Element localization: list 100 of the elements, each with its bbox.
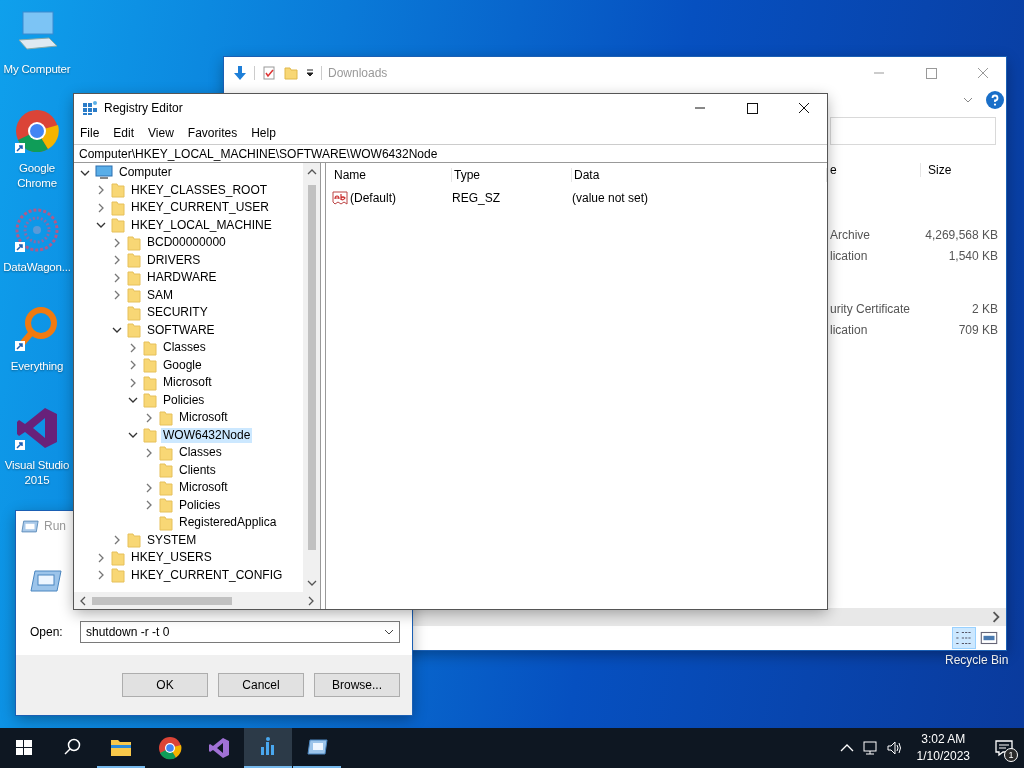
table-cell-text: 4,269,568 KB: [924, 227, 998, 242]
scroll-down-icon[interactable]: [306, 578, 317, 588]
string-value-icon: [332, 190, 348, 206]
tree-item[interactable]: SECURITY: [145, 305, 210, 321]
folder-icon: [111, 182, 125, 199]
column-header[interactable]: Data: [572, 168, 827, 182]
search-field[interactable]: [830, 117, 996, 145]
menu-item[interactable]: View: [148, 126, 174, 140]
command-combobox[interactable]: shutdown -r -t 0: [80, 621, 400, 643]
menu-item[interactable]: Help: [251, 126, 276, 140]
expand-chevron-icon[interactable]: [112, 237, 122, 248]
expand-chevron-icon[interactable]: [144, 412, 154, 423]
folder-icon: [159, 444, 173, 461]
tree-item[interactable]: Microsoft: [161, 375, 214, 391]
folder-icon: [143, 427, 157, 444]
tree-item[interactable]: DRIVERS: [145, 252, 203, 268]
details-view-icon[interactable]: [953, 628, 975, 648]
folder-icon: [127, 287, 141, 304]
tree-item[interactable]: Google: [161, 357, 204, 373]
column-header[interactable]: e: [830, 163, 920, 177]
chrome-icon[interactable]: [13, 107, 61, 155]
ok-button[interactable]: OK: [122, 673, 208, 697]
dropdown-icon[interactable]: [305, 67, 315, 78]
expand-chevron-icon[interactable]: [96, 552, 106, 563]
tree-item[interactable]: BCD00000000: [145, 235, 228, 251]
table-cell-text: 709 KB: [957, 322, 998, 337]
expand-chevron-icon[interactable]: [144, 482, 154, 493]
expand-chevron-icon[interactable]: [112, 290, 122, 301]
tree-item[interactable]: Computer: [117, 165, 174, 181]
window-title: Run: [44, 519, 66, 533]
expand-chevron-icon[interactable]: [144, 447, 154, 458]
table-cell-text: REG_SZ: [452, 191, 501, 205]
tree-item[interactable]: Classes: [177, 445, 224, 461]
expand-chevron-icon[interactable]: [112, 272, 122, 283]
expand-chevron-icon[interactable]: [112, 535, 122, 546]
browse-button[interactable]: Browse...: [314, 673, 400, 697]
tree-item[interactable]: SAM: [145, 287, 175, 303]
clock-time[interactable]: 3:02 AM: [921, 731, 966, 748]
tree-item[interactable]: HKEY_CURRENT_CONFIG: [129, 567, 285, 583]
tree-item[interactable]: Microsoft: [177, 480, 230, 496]
tree-item[interactable]: Policies: [177, 497, 223, 513]
expand-chevron-icon[interactable]: [96, 570, 106, 581]
column-header[interactable]: Name: [332, 168, 452, 182]
folder-icon: [159, 479, 173, 496]
folder-icon: [143, 339, 157, 356]
chrome-icon: [158, 736, 182, 760]
window-title: Registry Editor: [104, 101, 183, 115]
tree-item[interactable]: HKEY_USERS: [129, 550, 214, 566]
tree-item[interactable]: HKEY_CLASSES_ROOT: [129, 182, 270, 198]
menu-item[interactable]: Edit: [113, 126, 135, 140]
table-cell-text: Archive: [830, 227, 871, 242]
menu-item[interactable]: File: [80, 126, 100, 140]
value-name[interactable]: (Default): [350, 191, 396, 205]
tree-item[interactable]: HARDWARE: [145, 270, 219, 286]
column-header[interactable]: Size: [920, 163, 998, 177]
tree-item[interactable]: WOW6432Node: [161, 427, 253, 443]
expand-chevron-icon[interactable]: [96, 185, 106, 196]
open-label: Open:: [30, 625, 64, 639]
table-cell-text: lication: [830, 322, 869, 337]
folder-icon: [143, 374, 157, 391]
desktop-icon-label[interactable]: Recycle Bin: [945, 653, 1009, 667]
expand-chevron-icon[interactable]: [144, 500, 154, 511]
tree-item[interactable]: Clients: [177, 462, 218, 478]
notification-icon[interactable]: [994, 738, 1014, 758]
help-icon[interactable]: [986, 91, 1004, 109]
tree-item[interactable]: HKEY_LOCAL_MACHINE: [129, 217, 274, 233]
tree-item[interactable]: RegisteredApplica: [177, 515, 279, 531]
tree-item[interactable]: HKEY_CURRENT_USER: [129, 200, 272, 216]
horizontal-scrollbar[interactable]: [74, 592, 320, 609]
folder-icon: [127, 532, 141, 549]
expand-chevron-icon[interactable]: [128, 377, 138, 388]
vertical-scrollbar[interactable]: [303, 163, 320, 592]
expand-chevron-icon[interactable]: [96, 202, 106, 213]
expand-chevron-icon[interactable]: [128, 342, 138, 353]
folder-icon: [127, 252, 141, 269]
expand-chevron-icon[interactable]: [128, 360, 138, 371]
folder-icon: [111, 217, 125, 234]
tree-item[interactable]: Policies: [161, 392, 207, 408]
tree-item[interactable]: Classes: [161, 340, 208, 356]
expand-chevron-icon[interactable]: [112, 255, 122, 266]
scroll-left-icon[interactable]: [78, 595, 88, 606]
tree-item[interactable]: Microsoft: [177, 410, 230, 426]
column-header[interactable]: Type: [452, 168, 572, 182]
folder-icon: [159, 462, 173, 479]
folder-icon: [111, 567, 125, 584]
notification-badge: 1: [1004, 748, 1018, 762]
download-arrow-icon[interactable]: [232, 64, 248, 81]
scroll-right-icon[interactable]: [990, 611, 1002, 623]
table-cell-text: urity Certificate: [830, 301, 912, 316]
clock-date[interactable]: 1/10/2023: [916, 748, 970, 765]
cancel-button[interactable]: Cancel: [218, 673, 304, 697]
address-bar[interactable]: Computer\HKEY_LOCAL_MACHINE\SOFTWARE\WOW6432Node: [74, 144, 827, 163]
scroll-up-icon[interactable]: [306, 167, 317, 177]
tree-item[interactable]: SOFTWARE: [145, 322, 217, 338]
registry-icon: [82, 100, 98, 116]
table-cell-text: (value not set): [572, 191, 650, 205]
properties-icon[interactable]: [261, 64, 277, 81]
menu-item[interactable]: Favorites: [187, 126, 238, 140]
tree-item[interactable]: SYSTEM: [145, 532, 199, 548]
scroll-right-icon[interactable]: [306, 595, 316, 606]
